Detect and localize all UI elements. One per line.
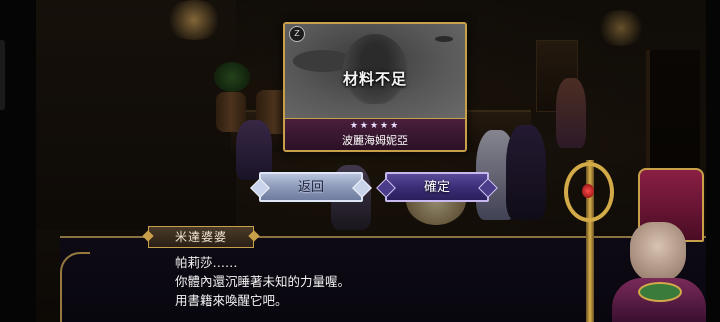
item-name: 波麗海姆妮亞 [342, 134, 408, 147]
dialog-line: 你體內還沉睡著未知的力量喔。 [175, 274, 351, 289]
speaker-portrait [560, 150, 706, 322]
item-card[interactable]: Z 材料不足 ★★★★★ 波麗海姆妮亞 [283, 22, 467, 152]
back-button[interactable]: 返回 [259, 172, 363, 202]
dialog-text: 帕莉莎…… 你體內還沉睡著未知的力量喔。 用書籍來喚醒它吧。 [175, 253, 575, 310]
side-handle [0, 40, 5, 110]
dialog-line: 帕莉莎…… [175, 255, 238, 270]
rank-z-icon: Z [289, 26, 305, 42]
item-status-text: 材料不足 [342, 70, 407, 88]
confirm-button[interactable]: 確定 [385, 172, 489, 202]
rarity-stars: ★★★★★ [349, 121, 401, 131]
portrait-collar [638, 282, 682, 302]
dialog-flourish [60, 252, 90, 322]
game-screen: Z 材料不足 ★★★★★ 波麗海姆妮亞 返回 確定 米達婆婆 帕莉莎…… 你體內… [0, 0, 720, 322]
left-letterbox [0, 0, 36, 322]
portrait-face [630, 222, 686, 282]
staff-gem [582, 184, 594, 198]
right-letterbox [706, 0, 720, 322]
item-footer: ★★★★★ 波麗海姆妮亞 [285, 118, 465, 150]
speaker-nameplate: 米達婆婆 [148, 226, 254, 248]
art-bird [435, 36, 453, 42]
dialog-line: 用書籍來喚醒它吧。 [175, 293, 288, 308]
